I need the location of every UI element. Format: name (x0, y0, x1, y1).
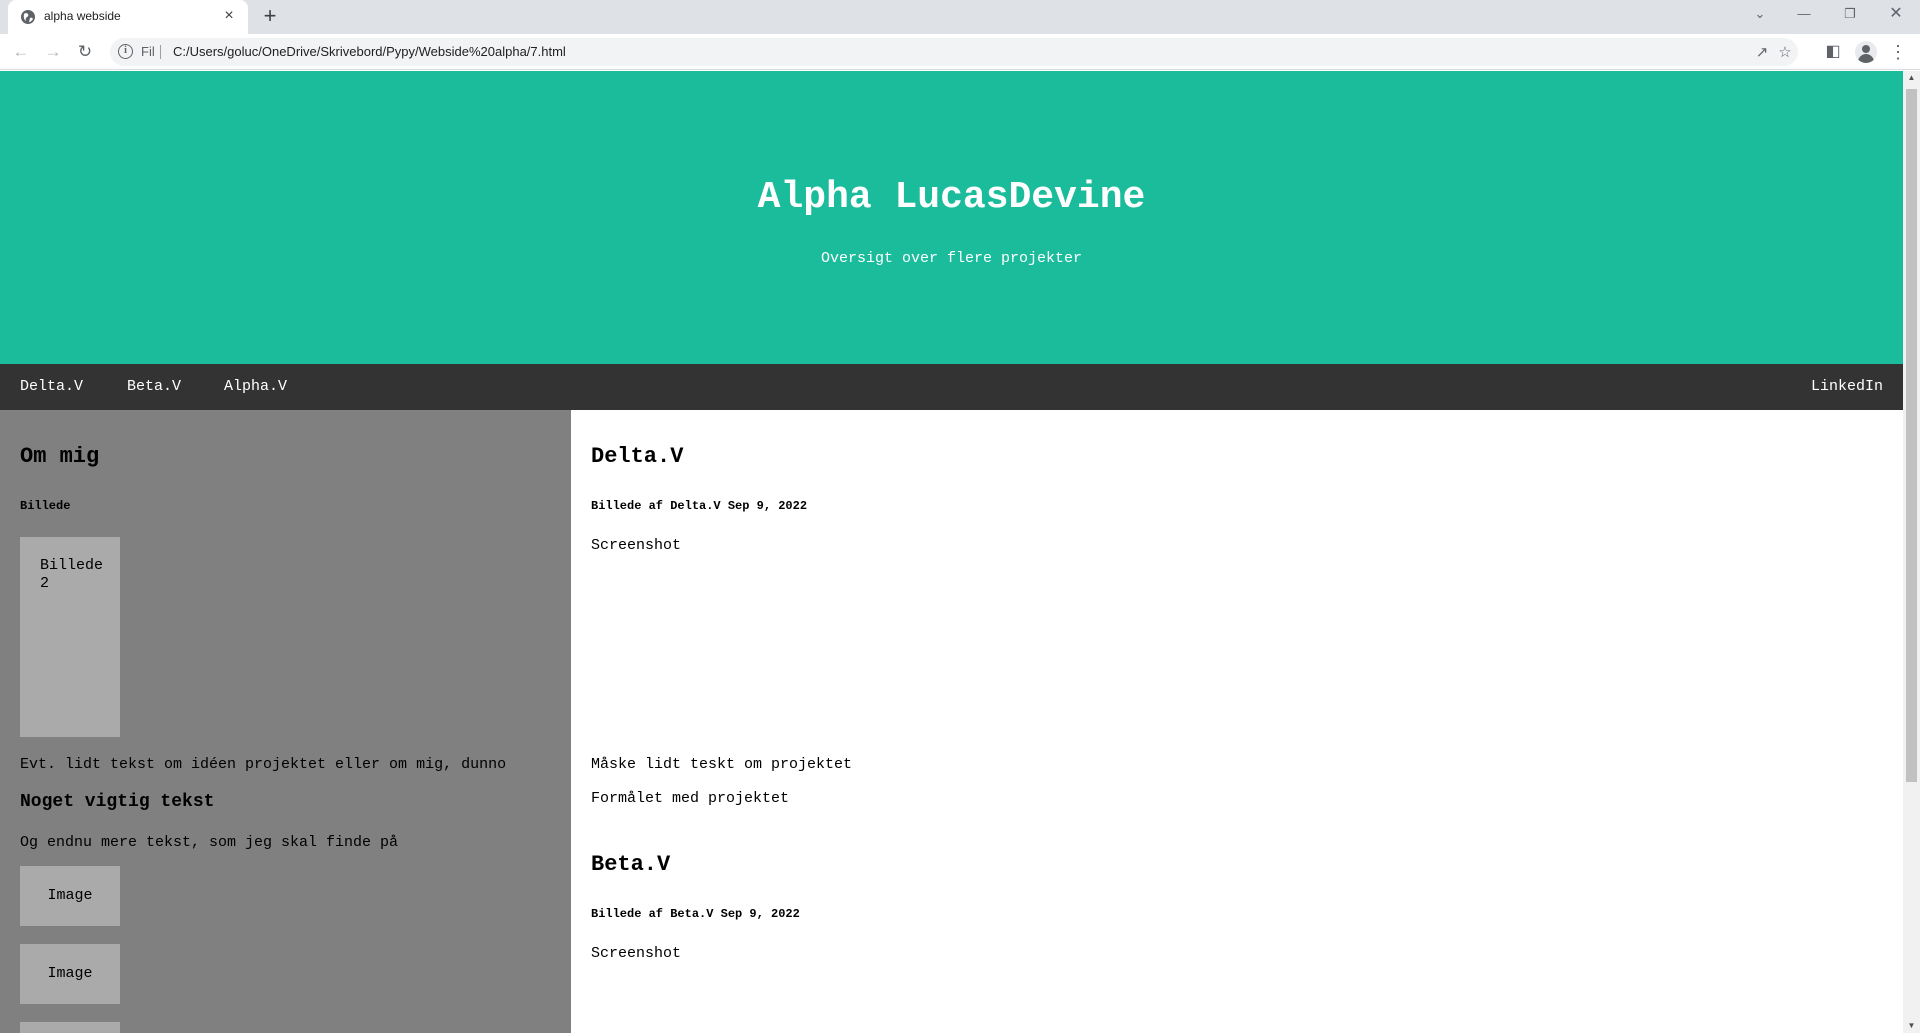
image-placeholder: Billede 2 (20, 537, 120, 737)
post-title-delta: Delta.V (591, 444, 684, 469)
scroll-down-icon[interactable]: ▼ (1903, 1019, 1920, 1033)
close-window-icon[interactable]: ✕ (1874, 0, 1918, 28)
sidebar-heading: Om mig (20, 444, 100, 469)
bookmark-star-icon[interactable]: ☆ (1776, 44, 1794, 62)
tab-search-icon[interactable]: ⌄ (1738, 0, 1782, 28)
top-navbar: Delta.V Beta.V Alpha.V LinkedIn (0, 364, 1903, 410)
main-content: Delta.V Billede af Delta.V Sep 9, 2022 S… (571, 410, 1903, 1033)
image-placeholder-3 (20, 1022, 120, 1033)
scrollbar-thumb[interactable] (1906, 89, 1917, 782)
post-meta-delta: Billede af Delta.V Sep 9, 2022 (591, 499, 808, 513)
minimize-icon[interactable]: — (1782, 0, 1826, 28)
restore-icon[interactable]: ❐ (1828, 0, 1872, 28)
globe-icon (21, 10, 35, 24)
close-tab-icon[interactable]: × (220, 7, 238, 25)
post-title-beta: Beta.V (591, 852, 671, 877)
page-subtitle: Oversigt over flere projekter (820, 250, 1083, 267)
post-text-delta: Måske lidt teskt om projektet (591, 756, 853, 773)
url-text[interactable]: C:/Users/goluc/OneDrive/Skrivebord/Pypy/… (173, 44, 566, 59)
sidebar-paragraph-2: Og endnu mere tekst, som jeg skal finde … (20, 834, 399, 851)
forward-icon[interactable]: → (41, 40, 65, 64)
sidebar-paragraph: Evt. lidt tekst om idéen projektet eller… (20, 756, 507, 773)
screenshot-placeholder-delta: Screenshot (591, 537, 682, 554)
page-scrollbar[interactable]: ▲ ▼ (1903, 71, 1920, 1033)
image-placeholder-1: Image (20, 866, 120, 926)
tab-strip: alpha webside × + ⌄ — ❐ ✕ (0, 0, 1920, 34)
reload-icon[interactable]: ↻ (73, 40, 97, 64)
screenshot-placeholder-beta: Screenshot (591, 945, 682, 962)
nav-link-alpha[interactable]: Alpha.V (224, 378, 287, 395)
info-icon[interactable]: i (118, 44, 133, 59)
menu-icon[interactable]: ⋮ (1886, 40, 1910, 64)
scheme-label: Fil (141, 44, 155, 59)
sidebar: Om mig Billede Billede 2 Evt. lidt tekst… (0, 410, 571, 1033)
address-bar[interactable]: i Fil C:/Users/goluc/OneDrive/Skrivebord… (110, 38, 1798, 66)
back-icon[interactable]: ← (9, 40, 33, 64)
post-meta-beta: Billede af Beta.V Sep 9, 2022 (591, 907, 800, 921)
image-caption: Billede (20, 499, 71, 513)
image-placeholder-2: Image (20, 944, 120, 1004)
side-panel-icon[interactable]: ◧ (1821, 40, 1845, 64)
nav-link-delta[interactable]: Delta.V (20, 378, 83, 395)
nav-link-beta[interactable]: Beta.V (127, 378, 181, 395)
post-purpose-delta: Formålet med projektet (591, 790, 790, 807)
tab-title: alpha webside (44, 9, 121, 23)
scroll-up-icon[interactable]: ▲ (1903, 71, 1920, 85)
new-tab-button[interactable]: + (258, 5, 282, 29)
page-title: Alpha LucasDevine (757, 176, 1146, 219)
browser-toolbar: ← → ↻ i Fil C:/Users/goluc/OneDrive/Skri… (0, 34, 1920, 70)
browser-tab[interactable]: alpha webside × (8, 0, 248, 34)
profile-avatar-icon[interactable] (1855, 41, 1877, 63)
page-viewport: Alpha LucasDevine Oversigt over flere pr… (0, 71, 1903, 1033)
share-icon[interactable]: ↗ (1753, 44, 1771, 62)
divider (160, 45, 161, 59)
nav-link-linkedin[interactable]: LinkedIn (1811, 378, 1883, 395)
sidebar-subheading: Noget vigtig tekst (20, 792, 215, 812)
page-header: Alpha LucasDevine Oversigt over flere pr… (0, 71, 1903, 364)
